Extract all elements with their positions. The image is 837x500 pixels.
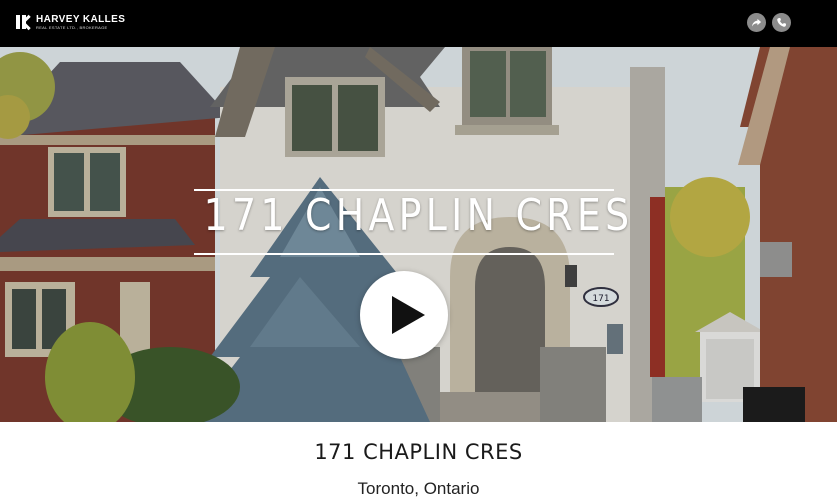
- listing-location: Toronto, Ontario: [357, 479, 480, 498]
- share-icon: [751, 18, 762, 27]
- brand-name: HARVEY KALLES: [36, 13, 126, 25]
- play-icon: [392, 296, 425, 334]
- phone-icon: [777, 17, 787, 27]
- title-rule-bottom: [194, 253, 614, 255]
- share-button[interactable]: [747, 13, 766, 32]
- listing-title: 171 CHAPLIN CRES: [314, 440, 523, 464]
- brand-subtitle: REAL ESTATE LTD., BROKERAGE: [36, 24, 108, 30]
- brand-logo[interactable]: HARVEY KALLES REAL ESTATE LTD., BROKERAG…: [16, 13, 126, 31]
- top-bar: HARVEY KALLES REAL ESTATE LTD., BROKERAG…: [0, 0, 837, 47]
- play-button[interactable]: [360, 271, 448, 359]
- header-actions: [747, 13, 791, 32]
- hero-title: 171 CHAPLIN CRES: [203, 190, 634, 241]
- logo-mark-icon: [16, 14, 32, 31]
- hero-video[interactable]: 171 171 CHAPLIN CRES: [0, 47, 837, 422]
- phone-button[interactable]: [772, 13, 791, 32]
